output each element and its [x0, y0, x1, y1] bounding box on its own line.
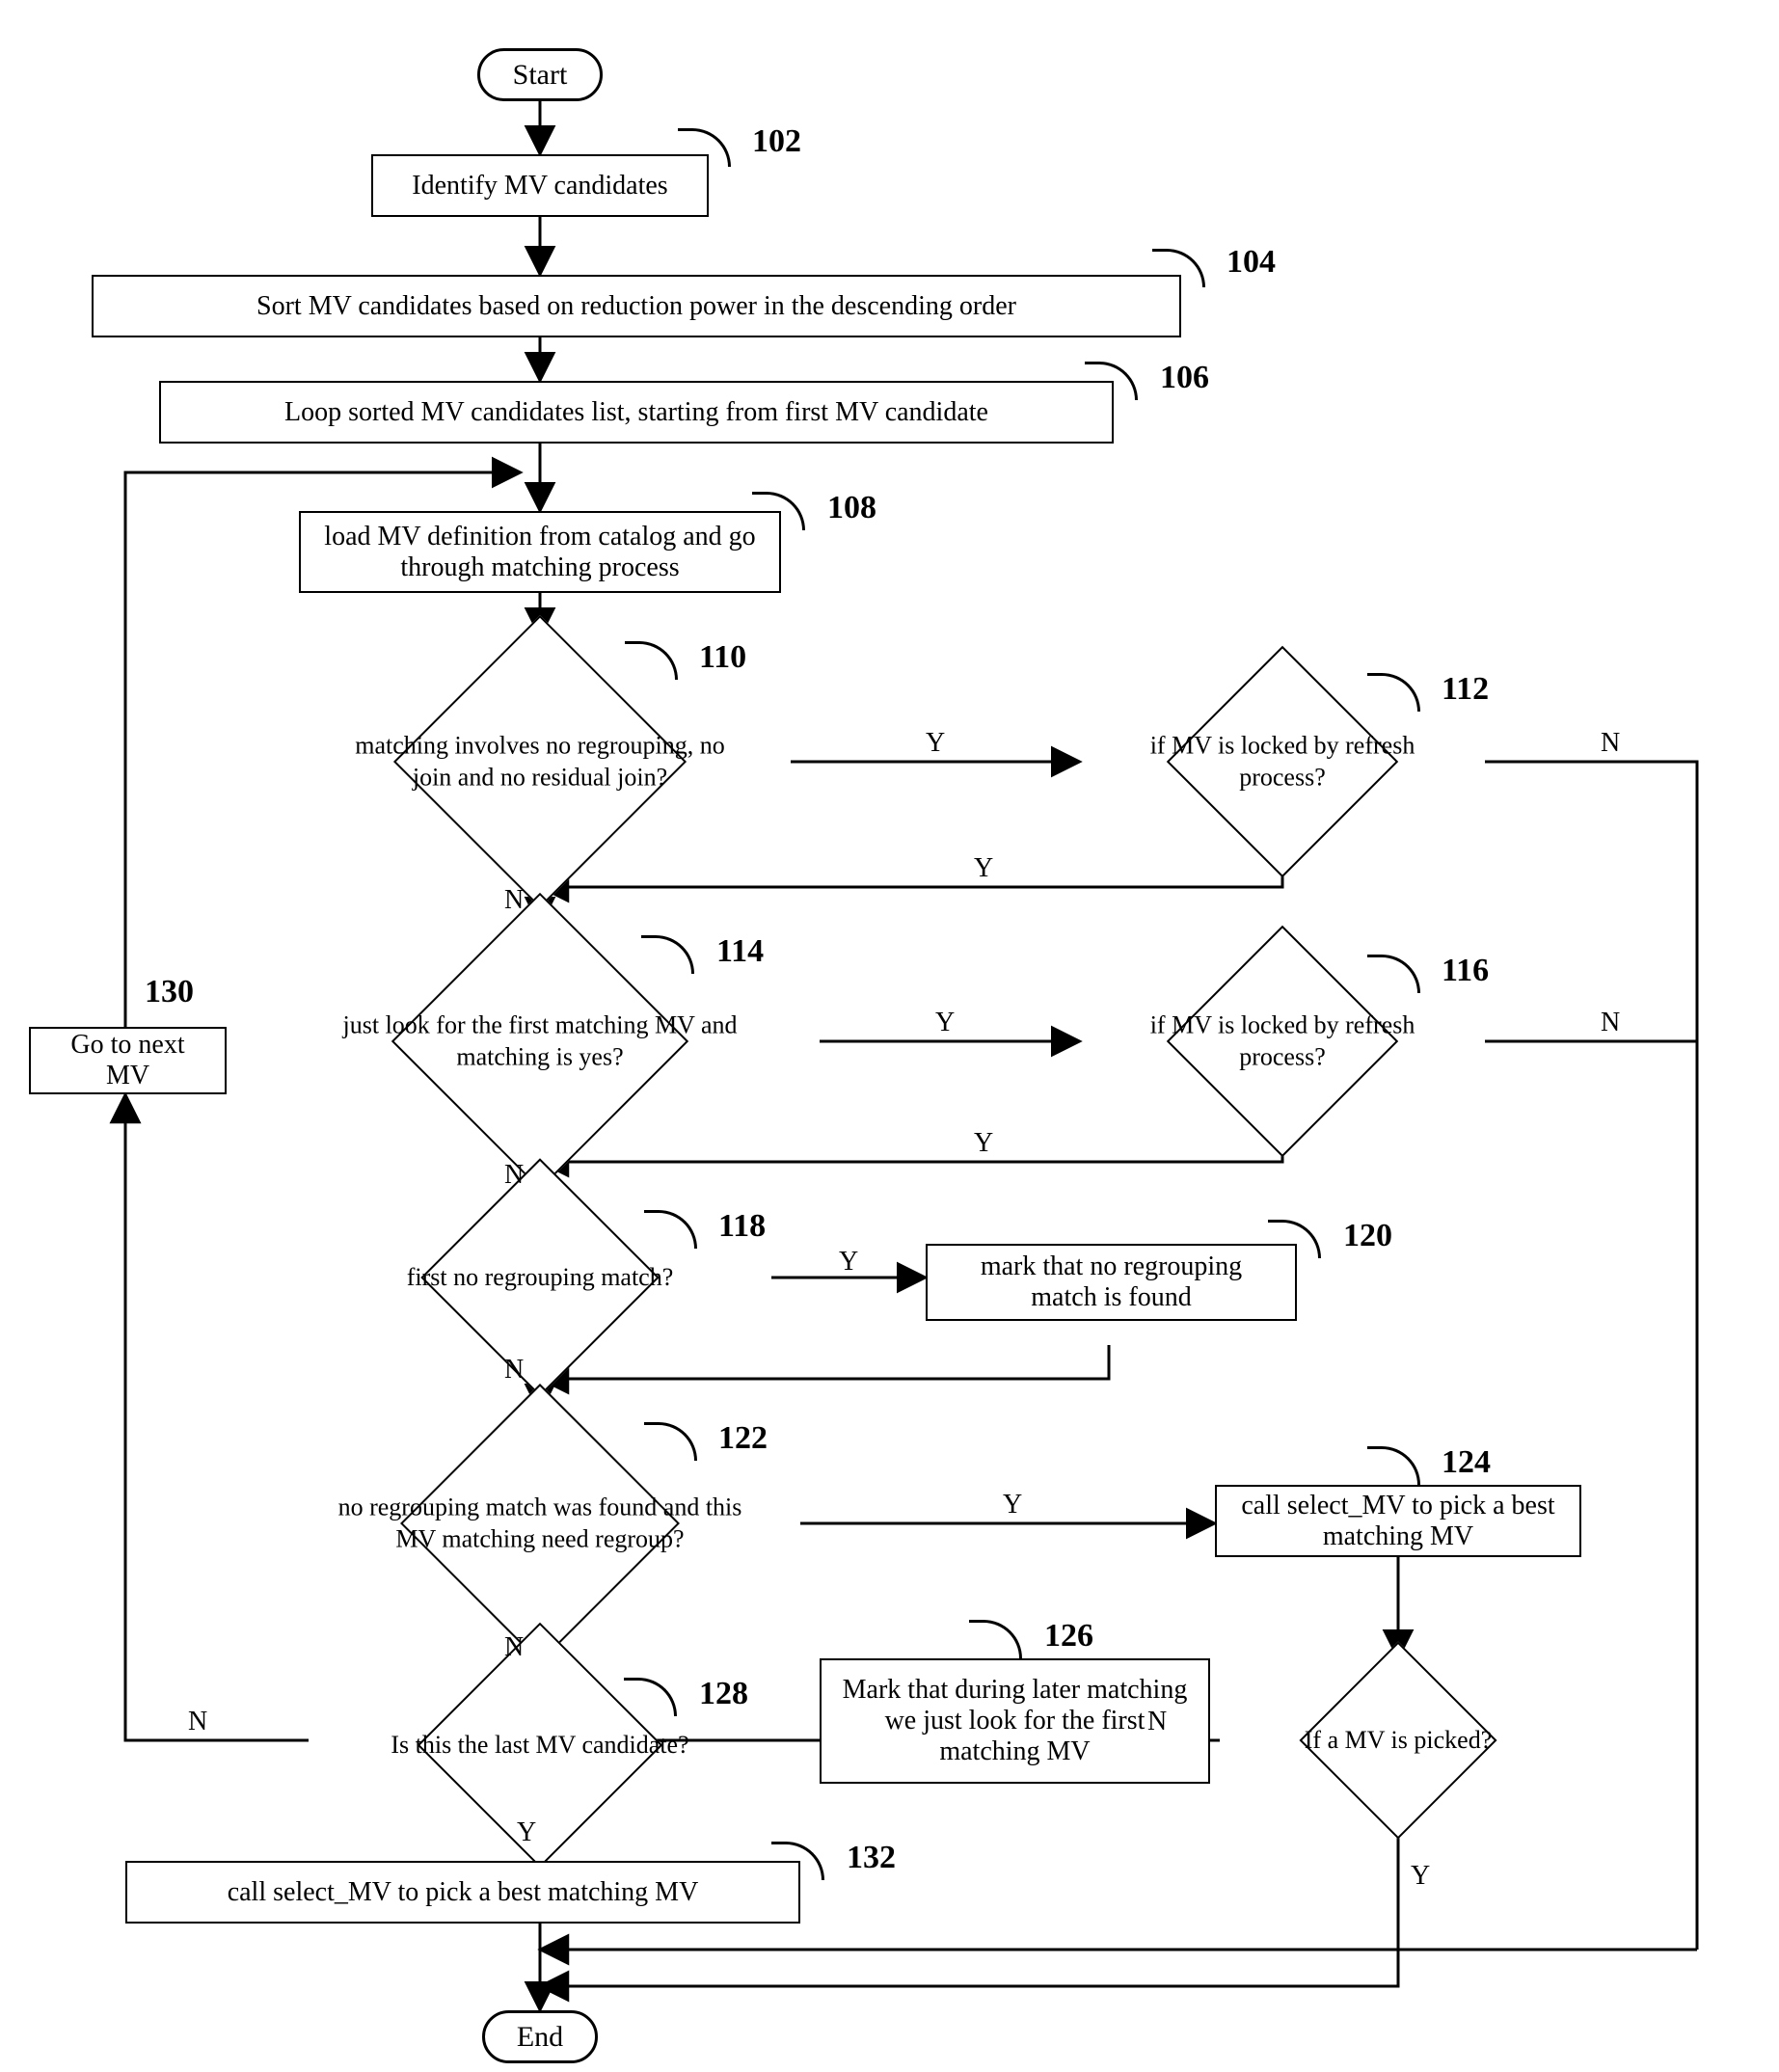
edge-112-y: Y [974, 853, 993, 884]
ref-curve-108 [752, 492, 805, 530]
node-130: Go to next MV [29, 1027, 227, 1094]
ref-curve-102 [678, 128, 731, 167]
start-label: Start [513, 59, 568, 92]
ref-curve-124 [1367, 1446, 1420, 1485]
ref-curve-120 [1268, 1220, 1321, 1258]
edge-122-y: Y [1003, 1490, 1022, 1520]
node-132: call select_MV to pick a best matching M… [125, 1861, 800, 1924]
flowchart-canvas: Start Identify MV candidates 102 Sort MV… [0, 0, 1779, 2072]
node-106-label: Loop sorted MV candidates list, starting… [284, 397, 988, 428]
node-120: mark that no regrouping match is found [926, 1244, 1297, 1321]
node-112-label: if MV is locked by refresh process? [1141, 731, 1424, 794]
ref-curve-104 [1152, 249, 1205, 287]
ref-116: 116 [1442, 953, 1489, 989]
node-106: Loop sorted MV candidates list, starting… [159, 381, 1114, 444]
edge-114-n: N [504, 1160, 524, 1191]
ref-130: 130 [145, 974, 194, 1010]
ref-114: 114 [716, 933, 764, 970]
node-128-label: Is this the last MV candidate? [355, 1730, 725, 1762]
node-108: load MV definition from catalog and go t… [299, 511, 781, 593]
node-120-label: mark that no regrouping match is found [947, 1251, 1276, 1313]
ref-118: 118 [718, 1208, 766, 1245]
ref-curve-126 [969, 1620, 1022, 1658]
node-110-label: matching involves no regrouping, no join… [339, 731, 741, 794]
node-mv-picked: If a MV is picked? [1220, 1658, 1577, 1822]
node-108-label: load MV definition from catalog and go t… [320, 522, 760, 583]
node-122-label: no regrouping match was found and this M… [332, 1493, 748, 1555]
node-118-label: first no regrouping match? [355, 1262, 725, 1294]
ref-124: 124 [1442, 1444, 1491, 1481]
edge-118-n: N [504, 1355, 524, 1386]
node-102: Identify MV candidates [371, 154, 709, 217]
ref-106: 106 [1160, 360, 1209, 396]
ref-132: 132 [847, 1840, 896, 1876]
node-116: if MV is locked by refresh process? [1080, 955, 1485, 1128]
node-114-label: just look for the first matching MV and … [316, 1010, 764, 1073]
node-104-label: Sort MV candidates based on reduction po… [256, 291, 1016, 322]
ref-126: 126 [1044, 1618, 1093, 1655]
edge-128-y: Y [517, 1817, 536, 1848]
node-116-label: if MV is locked by refresh process? [1141, 1010, 1424, 1073]
node-132-label: call select_MV to pick a best matching M… [228, 1877, 699, 1908]
end-terminal: End [482, 2010, 598, 2063]
edge-116-y: Y [974, 1128, 993, 1159]
node-102-label: Identify MV candidates [412, 171, 667, 202]
node-112: if MV is locked by refresh process? [1080, 675, 1485, 848]
node-104: Sort MV candidates based on reduction po… [92, 275, 1181, 337]
ref-104: 104 [1226, 244, 1276, 281]
node-124-label: call select_MV to pick a best matching M… [1236, 1491, 1560, 1552]
edge-116-n: N [1601, 1008, 1620, 1038]
ref-112: 112 [1442, 671, 1489, 708]
edge-110-n: N [504, 885, 524, 916]
ref-curve-106 [1085, 362, 1138, 400]
edge-114-y: Y [935, 1008, 955, 1038]
edge-112-n: N [1601, 728, 1620, 759]
node-mv-picked-label: If a MV is picked? [1274, 1725, 1523, 1757]
node-118: first no regrouping match? [309, 1205, 771, 1350]
edge-118-y: Y [839, 1247, 858, 1278]
edge-124b-y: Y [1411, 1861, 1430, 1892]
node-130-label: Go to next MV [50, 1030, 205, 1091]
node-124: call select_MV to pick a best matching M… [1215, 1485, 1581, 1557]
ref-128: 128 [699, 1676, 748, 1712]
ref-120: 120 [1343, 1218, 1392, 1254]
edge-128-n: N [188, 1707, 207, 1737]
edge-110-y: Y [926, 728, 945, 759]
ref-110: 110 [699, 639, 746, 676]
end-label: End [517, 2021, 563, 2054]
ref-curve-132 [771, 1842, 824, 1880]
start-terminal: Start [477, 48, 603, 101]
edge-122-n: N [504, 1632, 524, 1663]
ref-102: 102 [752, 123, 801, 160]
ref-108: 108 [827, 490, 876, 526]
edge-124b-n: N [1147, 1707, 1167, 1737]
node-126-label: Mark that during later matching we just … [841, 1675, 1189, 1767]
ref-122: 122 [718, 1420, 768, 1457]
